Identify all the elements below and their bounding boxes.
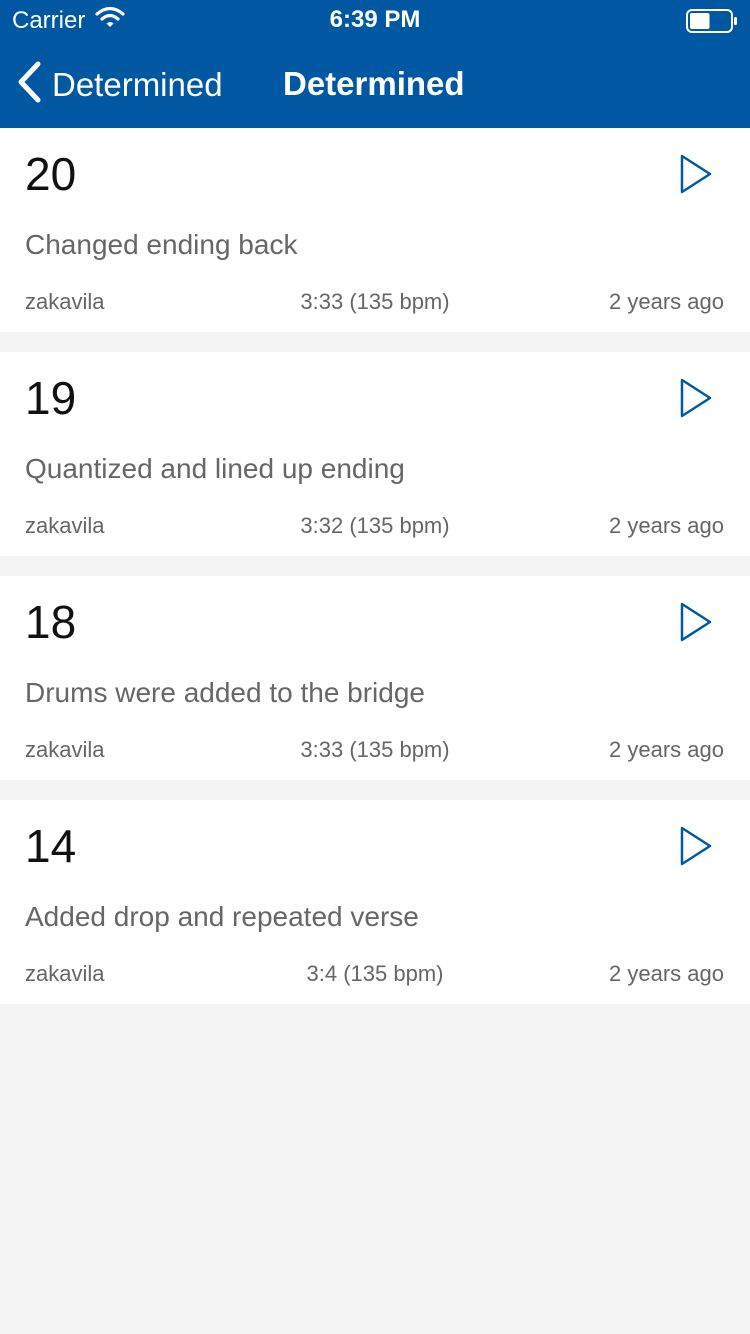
play-icon <box>680 602 712 642</box>
page-title: Determined <box>283 65 465 102</box>
play-button[interactable] <box>676 152 716 196</box>
play-icon <box>680 154 712 194</box>
version-description: Changed ending back <box>25 229 298 260</box>
version-card[interactable]: 14 Added drop and repeated verse zakavil… <box>0 800 750 1004</box>
version-card[interactable]: 19 Quantized and lined up ending zakavil… <box>0 352 750 556</box>
battery-icon <box>686 9 738 38</box>
play-icon <box>680 826 712 866</box>
navigation-bar: Determined Determined <box>0 40 750 128</box>
version-card[interactable]: 18 Drums were added to the bridge zakavi… <box>0 576 750 780</box>
version-age: 2 years ago <box>609 961 724 986</box>
version-number: 18 <box>25 596 77 648</box>
back-button-label: Determined <box>52 65 223 103</box>
version-description: Quantized and lined up ending <box>25 453 405 484</box>
version-number: 14 <box>25 820 77 872</box>
version-number: 19 <box>25 372 77 424</box>
version-description: Added drop and repeated verse <box>25 901 419 932</box>
play-button[interactable] <box>676 376 716 420</box>
version-age: 2 years ago <box>609 289 724 314</box>
version-age: 2 years ago <box>609 513 724 538</box>
status-time: 6:39 PM <box>329 6 421 33</box>
play-icon <box>680 378 712 418</box>
version-card[interactable]: 20 Changed ending back zakavila 3:33 (13… <box>0 128 750 332</box>
version-list: 20 Changed ending back zakavila 3:33 (13… <box>0 128 750 1024</box>
status-bar: Carrier 6:39 PM <box>0 0 750 40</box>
version-number: 20 <box>25 148 77 200</box>
chevron-left-icon <box>16 60 42 109</box>
version-age: 2 years ago <box>609 737 724 762</box>
play-button[interactable] <box>676 824 716 868</box>
play-button[interactable] <box>676 600 716 644</box>
version-description: Drums were added to the bridge <box>25 677 425 708</box>
back-button[interactable]: Determined <box>16 60 223 109</box>
